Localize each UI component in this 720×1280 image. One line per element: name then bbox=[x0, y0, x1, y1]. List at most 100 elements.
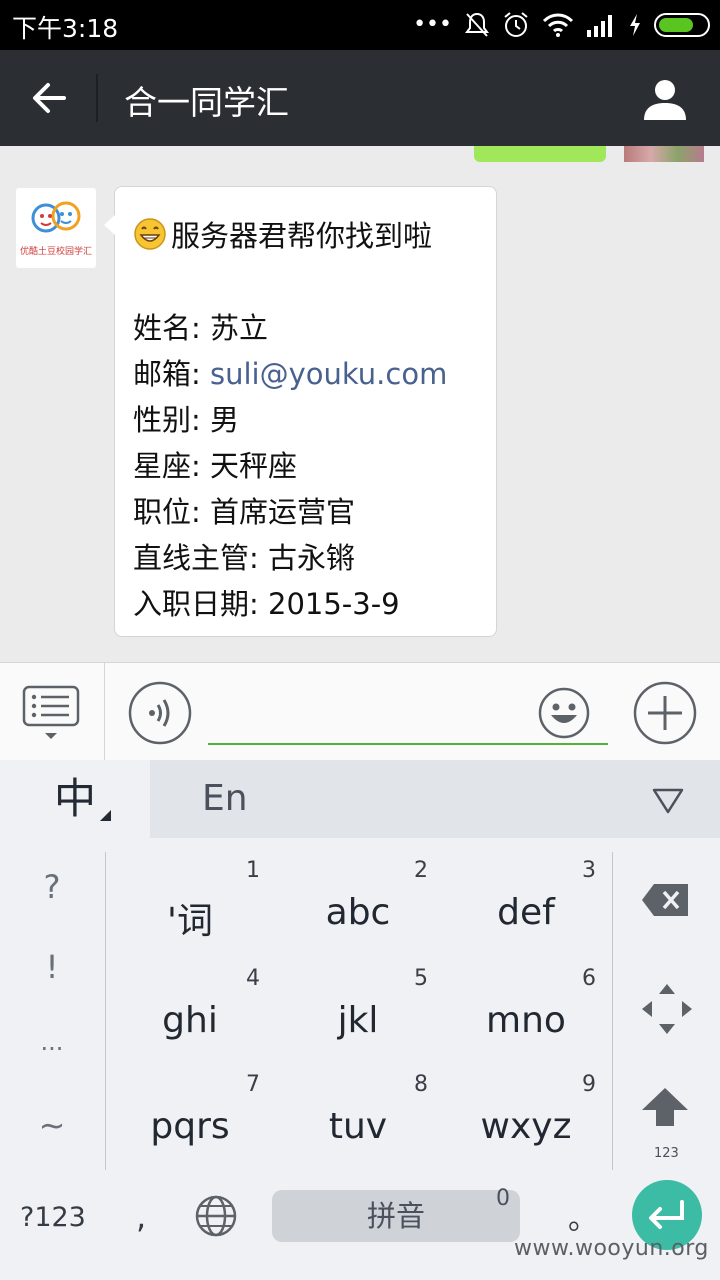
space-label: 拼音 bbox=[366, 1199, 425, 1233]
info-value: 天秤座 bbox=[210, 449, 298, 483]
input-divider bbox=[104, 663, 105, 761]
key-number: 4 bbox=[246, 966, 260, 991]
person-icon[interactable] bbox=[642, 76, 688, 122]
key-label: tuv bbox=[328, 1106, 388, 1147]
input-bar bbox=[0, 662, 720, 761]
mode-chinese-key[interactable]: 中 bbox=[0, 760, 150, 838]
info-row-zodiac: 星座: 天秤座 bbox=[133, 443, 297, 485]
key-number: 8 bbox=[414, 1072, 428, 1097]
signal-icon bbox=[587, 15, 612, 37]
keyboard-divider bbox=[612, 852, 613, 1170]
key-number: 5 bbox=[414, 966, 428, 991]
collapse-keyboard-icon[interactable] bbox=[650, 784, 686, 816]
voice-icon[interactable] bbox=[128, 681, 192, 745]
key-label: abc bbox=[325, 892, 391, 933]
user-avatar[interactable] bbox=[624, 146, 704, 162]
info-label: 入职日期: bbox=[133, 587, 259, 621]
alarm-icon bbox=[504, 12, 528, 37]
key-number: 9 bbox=[582, 1072, 596, 1097]
key-label: def bbox=[497, 892, 555, 933]
symbol-key-exclamation[interactable]: ! bbox=[0, 948, 104, 986]
message-bubble[interactable]: 服务器君帮你找到啦 姓名: 苏立 邮箱: suli@youku.com 性别: … bbox=[104, 186, 497, 637]
mode-english-key[interactable]: En bbox=[202, 778, 248, 819]
key-number: 6 bbox=[582, 966, 596, 991]
key-9[interactable]: 9 wxyz bbox=[442, 1066, 610, 1172]
info-row-name: 姓名: 苏立 bbox=[133, 305, 268, 347]
grin-emoji-icon bbox=[134, 218, 166, 250]
period-key[interactable]: 。 bbox=[568, 1194, 598, 1238]
shift-icon[interactable] bbox=[638, 1084, 692, 1150]
mode-corner-icon bbox=[100, 810, 111, 821]
status-icons: ••• bbox=[413, 10, 710, 40]
bot-avatar[interactable]: 优酷土豆校园学汇 bbox=[16, 188, 96, 268]
info-row-position: 职位: 首席运营官 bbox=[133, 489, 355, 531]
title-divider bbox=[96, 74, 98, 122]
bubble-tail bbox=[104, 215, 115, 235]
key-number: 2 bbox=[414, 858, 428, 883]
info-row-gender: 性别: 男 bbox=[133, 397, 239, 439]
chat-area[interactable]: 优酷土豆校园学汇 服务器君帮你找到啦 姓名: 苏立 邮箱: suli@youku… bbox=[0, 146, 720, 662]
info-row-manager: 直线主管: 古永锵 bbox=[133, 535, 355, 577]
keyboard-top-bar: 中 En bbox=[0, 760, 720, 838]
space-key[interactable]: 拼音 0 bbox=[272, 1186, 520, 1242]
status-bar: 下午3:18 ••• bbox=[0, 0, 720, 50]
key-4[interactable]: 4 ghi bbox=[106, 960, 274, 1066]
key-number: 1 bbox=[246, 858, 260, 883]
status-time: 下午3:18 bbox=[12, 14, 119, 43]
info-row-email: 邮箱: suli@youku.com bbox=[133, 351, 447, 393]
info-label: 职位: bbox=[133, 495, 201, 529]
title-bar: 合一同学汇 bbox=[0, 50, 720, 146]
space-number: 0 bbox=[496, 1186, 510, 1211]
mode-chinese-label: 中 bbox=[53, 774, 96, 823]
shift-label: 123 bbox=[654, 1146, 679, 1161]
symbol-column: ? ! ... ~ bbox=[0, 852, 104, 1172]
key-label: pqrs bbox=[150, 1106, 230, 1147]
bot-logo-icon bbox=[31, 201, 81, 233]
key-label: ghi bbox=[162, 1000, 218, 1041]
back-arrow-icon[interactable] bbox=[28, 76, 72, 120]
backspace-icon[interactable] bbox=[640, 880, 692, 920]
info-value: 男 bbox=[210, 403, 240, 437]
info-row-hire-date: 入职日期: 2015-3-9 bbox=[133, 581, 400, 623]
chat-title: 合一同学汇 bbox=[124, 83, 289, 122]
battery-icon bbox=[654, 13, 710, 37]
key-5[interactable]: 5 jkl bbox=[274, 960, 442, 1066]
key-7[interactable]: 7 pqrs bbox=[106, 1066, 274, 1172]
info-label: 邮箱: bbox=[133, 357, 201, 391]
info-label: 直线主管: bbox=[133, 541, 259, 575]
menu-toggle-icon[interactable] bbox=[22, 685, 80, 743]
info-label: 姓名: bbox=[133, 311, 201, 345]
function-column: 123 bbox=[614, 852, 720, 1172]
info-label: 星座: bbox=[133, 449, 201, 483]
key-label: wxyz bbox=[480, 1106, 572, 1147]
globe-icon[interactable] bbox=[194, 1194, 238, 1238]
key-number: 3 bbox=[582, 858, 596, 883]
comma-key[interactable]: , bbox=[136, 1198, 146, 1236]
charging-icon bbox=[630, 14, 640, 36]
email-link[interactable]: suli@youku.com bbox=[210, 357, 447, 391]
cursor-move-icon[interactable] bbox=[640, 982, 694, 1036]
symbol-key-tilde[interactable]: ~ bbox=[0, 1106, 104, 1144]
key-label: '词 bbox=[167, 901, 213, 942]
key-6[interactable]: 6 mno bbox=[442, 960, 610, 1066]
more-dots-icon: ••• bbox=[413, 12, 452, 37]
info-label: 性别: bbox=[133, 403, 201, 437]
symbol-key-question[interactable]: ? bbox=[0, 868, 104, 906]
symbols-mode-key[interactable]: ?123 bbox=[20, 1202, 86, 1233]
key-8[interactable]: 8 tuv bbox=[274, 1066, 442, 1172]
key-number: 7 bbox=[246, 1072, 260, 1097]
key-label: mno bbox=[486, 1000, 566, 1041]
key-label: jkl bbox=[337, 1000, 379, 1041]
key-2[interactable]: 2 abc bbox=[274, 852, 442, 958]
wifi-icon bbox=[542, 13, 574, 37]
info-value: 2015-3-9 bbox=[268, 587, 400, 621]
plus-icon[interactable] bbox=[633, 681, 697, 745]
info-value: 首席运营官 bbox=[210, 495, 356, 529]
mute-bell-icon bbox=[465, 12, 489, 37]
key-1[interactable]: 1 '词 bbox=[106, 852, 274, 958]
previous-message-bubble[interactable] bbox=[474, 146, 606, 162]
emoji-icon[interactable] bbox=[538, 687, 590, 739]
keyboard: 中 En ? ! ... ~ 1 '词 2 abc 3 def 4 ghi 5 … bbox=[0, 760, 720, 1280]
key-3[interactable]: 3 def bbox=[442, 852, 610, 958]
symbol-key-ellipsis[interactable]: ... bbox=[0, 1028, 104, 1056]
